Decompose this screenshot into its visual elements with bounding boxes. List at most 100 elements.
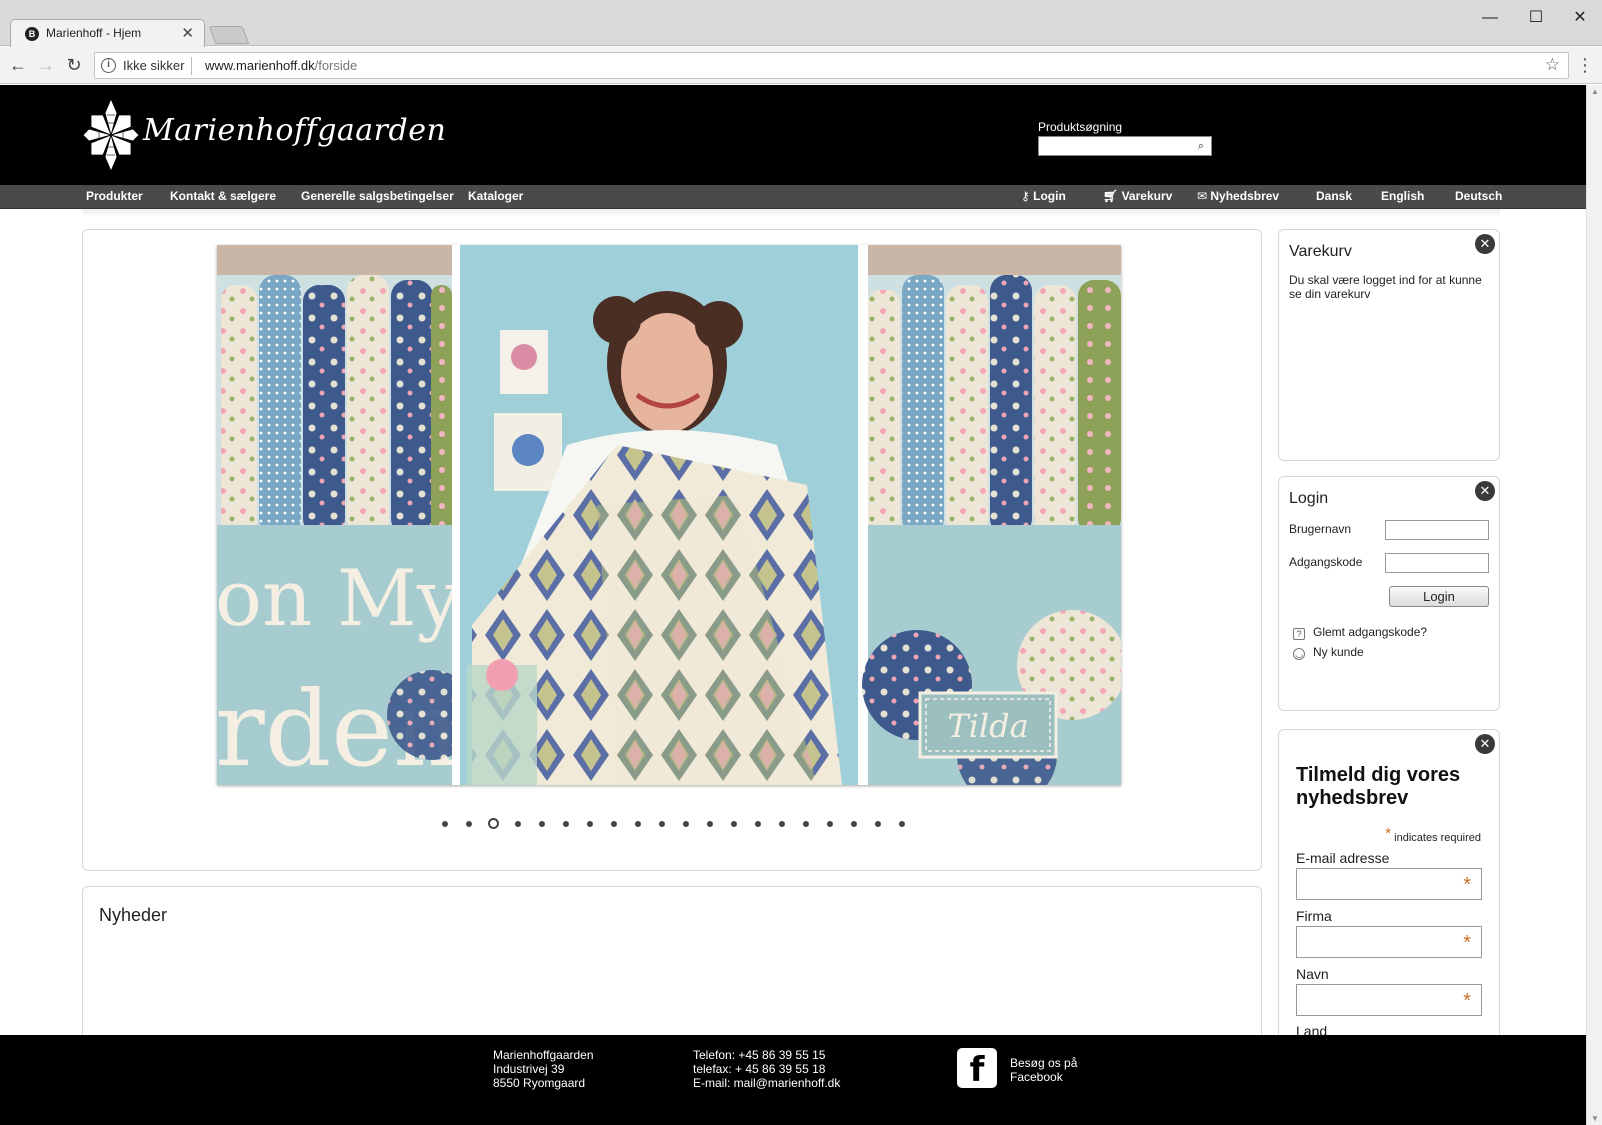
nav-shadow — [82, 209, 1500, 217]
back-icon[interactable]: ← — [6, 53, 30, 77]
close-icon[interactable]: ✕ — [1475, 481, 1495, 501]
favicon-icon: B — [25, 27, 39, 41]
new-customer-link[interactable]: ◡ Ny kunde — [1293, 645, 1364, 660]
scroll-up-icon[interactable]: ▲ — [1591, 87, 1599, 96]
question-icon: ? — [1293, 628, 1305, 640]
close-icon[interactable]: ✕ — [1475, 734, 1495, 754]
new-tab-button[interactable] — [208, 26, 250, 44]
search-icon[interactable]: ⌕ — [1191, 137, 1211, 155]
forward-icon[interactable]: → — [34, 53, 58, 77]
slider-dot[interactable] — [682, 820, 689, 827]
slider-dot[interactable] — [778, 820, 785, 827]
slider-dot[interactable] — [874, 820, 881, 827]
facebook-icon[interactable]: f — [957, 1048, 997, 1090]
login-panel: ✕ Login Brugernavn Adgangskode Login ? Gl… — [1278, 476, 1500, 711]
username-label: Brugernavn — [1289, 522, 1352, 536]
slider-dot[interactable] — [850, 820, 857, 827]
tilda-badge: Tilda — [947, 707, 1028, 745]
newsletter-company-input[interactable]: * — [1296, 926, 1482, 958]
nav-login[interactable]: ⚷ Login — [1021, 189, 1066, 203]
nav-lang-dansk[interactable]: Dansk — [1316, 189, 1352, 203]
facebook-link[interactable]: Besøg os på Facebook — [1010, 1056, 1077, 1084]
tab-title: Marienhoff - Hjem — [46, 26, 142, 40]
nav-cart[interactable]: 🛒︎ Varekurv — [1103, 189, 1172, 203]
address-bar[interactable]: i Ikke sikker www.marienhoff.dk/forside … — [94, 52, 1569, 79]
tab-close-icon[interactable]: ✕ — [181, 24, 194, 42]
slider-dot[interactable] — [898, 820, 905, 827]
slider-dot[interactable] — [562, 820, 569, 827]
security-label[interactable]: Ikke sikker — [123, 58, 184, 73]
newsletter-name-input[interactable]: * — [1296, 984, 1482, 1016]
slider-dot[interactable] — [706, 820, 713, 827]
slider-dot[interactable] — [658, 820, 665, 827]
browser-toolbar: ← → ↻ i Ikke sikker www.marienhoff.dk/fo… — [0, 47, 1602, 84]
forgot-password-link[interactable]: ? Glemt adgangskode? — [1293, 625, 1427, 640]
window-close-icon[interactable]: ✕ — [1558, 6, 1602, 30]
username-input[interactable] — [1385, 520, 1489, 540]
newsletter-email-input[interactable]: * — [1296, 868, 1482, 900]
slider-panel: on My rden Tilda — [82, 229, 1262, 871]
maximize-icon[interactable]: ☐ — [1514, 6, 1558, 30]
site-header: Marienhoffgaarden Produktsøgning ⌕ — [0, 85, 1586, 185]
key-icon: ⚷ — [1021, 189, 1034, 203]
slider-dot[interactable] — [465, 820, 472, 827]
product-search-input[interactable]: ⌕ — [1038, 136, 1212, 156]
user-icon: ◡ — [1293, 648, 1305, 660]
reload-icon[interactable]: ↻ — [62, 53, 86, 77]
slider-dot[interactable] — [730, 820, 737, 827]
slider-dot[interactable] — [802, 820, 809, 827]
name-label: Navn — [1296, 966, 1329, 982]
email-label: E-mail adresse — [1296, 850, 1390, 866]
nav-lang-english[interactable]: English — [1381, 189, 1424, 203]
slider-dot[interactable] — [826, 820, 833, 827]
nav-lang-deutsch[interactable]: Deutsch — [1455, 189, 1502, 203]
company-label: Firma — [1296, 908, 1332, 924]
minimize-icon[interactable]: — — [1468, 6, 1512, 30]
page-viewport: Marienhoffgaarden Produktsøgning ⌕ Produ… — [0, 85, 1586, 1125]
nav-kontakt[interactable]: Kontakt & sælgere — [170, 189, 276, 203]
slide-image[interactable]: on My rden Tilda — [217, 245, 1121, 785]
slide-text-top: on My — [217, 554, 461, 644]
slider-dot[interactable] — [634, 820, 641, 827]
slider-dot[interactable] — [754, 820, 761, 827]
login-button[interactable]: Login — [1389, 586, 1489, 607]
required-note: * indicates required — [1385, 825, 1481, 844]
slider-dot[interactable] — [610, 820, 617, 827]
slider-pagination — [83, 815, 1263, 833]
slider-dot[interactable] — [441, 820, 448, 827]
bookmark-star-icon[interactable]: ☆ — [1545, 55, 1560, 75]
browser-menu-icon[interactable]: ⋮ — [1576, 53, 1594, 77]
omnibox-divider — [191, 57, 192, 75]
browser-tab-strip: B Marienhoff - Hjem ✕ — ☐ ✕ — [0, 0, 1602, 47]
cart-message: Du skal være logget ind for at kunne se … — [1289, 273, 1482, 301]
info-icon[interactable]: i — [101, 58, 116, 73]
slider-dot[interactable] — [487, 818, 499, 830]
news-title: Nyheder — [99, 905, 168, 925]
footer-contact: Telefon: +45 86 39 55 15 telefax: + 45 8… — [693, 1048, 841, 1090]
site-logo-text[interactable]: Marienhoffgaarden — [143, 113, 446, 148]
footer-address: Marienhoffgaarden Industrivej 39 8550 Ry… — [493, 1048, 594, 1090]
site-footer: Marienhoffgaarden Industrivej 39 8550 Ry… — [0, 1035, 1586, 1125]
main-navigation: Produkter Kontakt & sælgere Generelle sa… — [0, 185, 1586, 209]
password-input[interactable] — [1385, 553, 1489, 573]
url-text[interactable]: www.marienhoff.dk/forside — [205, 58, 357, 73]
scroll-down-icon[interactable]: ▼ — [1591, 1114, 1599, 1123]
slide-illustration: on My rden Tilda — [217, 245, 1121, 785]
close-icon[interactable]: ✕ — [1475, 234, 1495, 254]
nav-kataloger[interactable]: Kataloger — [468, 189, 523, 203]
search-label: Produktsøgning — [1038, 120, 1123, 134]
newsletter-title: Tilmeld dig vores nyhedsbrev — [1296, 764, 1461, 809]
nav-produkter[interactable]: Produkter — [86, 189, 143, 203]
cart-icon: 🛒︎ — [1103, 189, 1122, 203]
nav-newsletter[interactable]: ✉ Nyhedsbrev — [1197, 189, 1279, 203]
nav-salgsbetingelser[interactable]: Generelle salgsbetingelser — [301, 189, 454, 203]
slider-dot[interactable] — [538, 820, 545, 827]
cart-panel: ✕ Varekurv Du skal være logget ind for a… — [1278, 229, 1500, 461]
password-label: Adgangskode — [1289, 555, 1363, 569]
slider-dot[interactable] — [514, 820, 521, 827]
page-scrollbar[interactable]: ▲ ▼ — [1586, 85, 1602, 1125]
footer-email-link[interactable]: E-mail: mail@marienhoff.dk — [693, 1076, 840, 1090]
slider-dot[interactable] — [586, 820, 593, 827]
browser-tab[interactable]: B Marienhoff - Hjem ✕ — [10, 19, 205, 47]
logo-star-icon[interactable] — [82, 96, 140, 174]
